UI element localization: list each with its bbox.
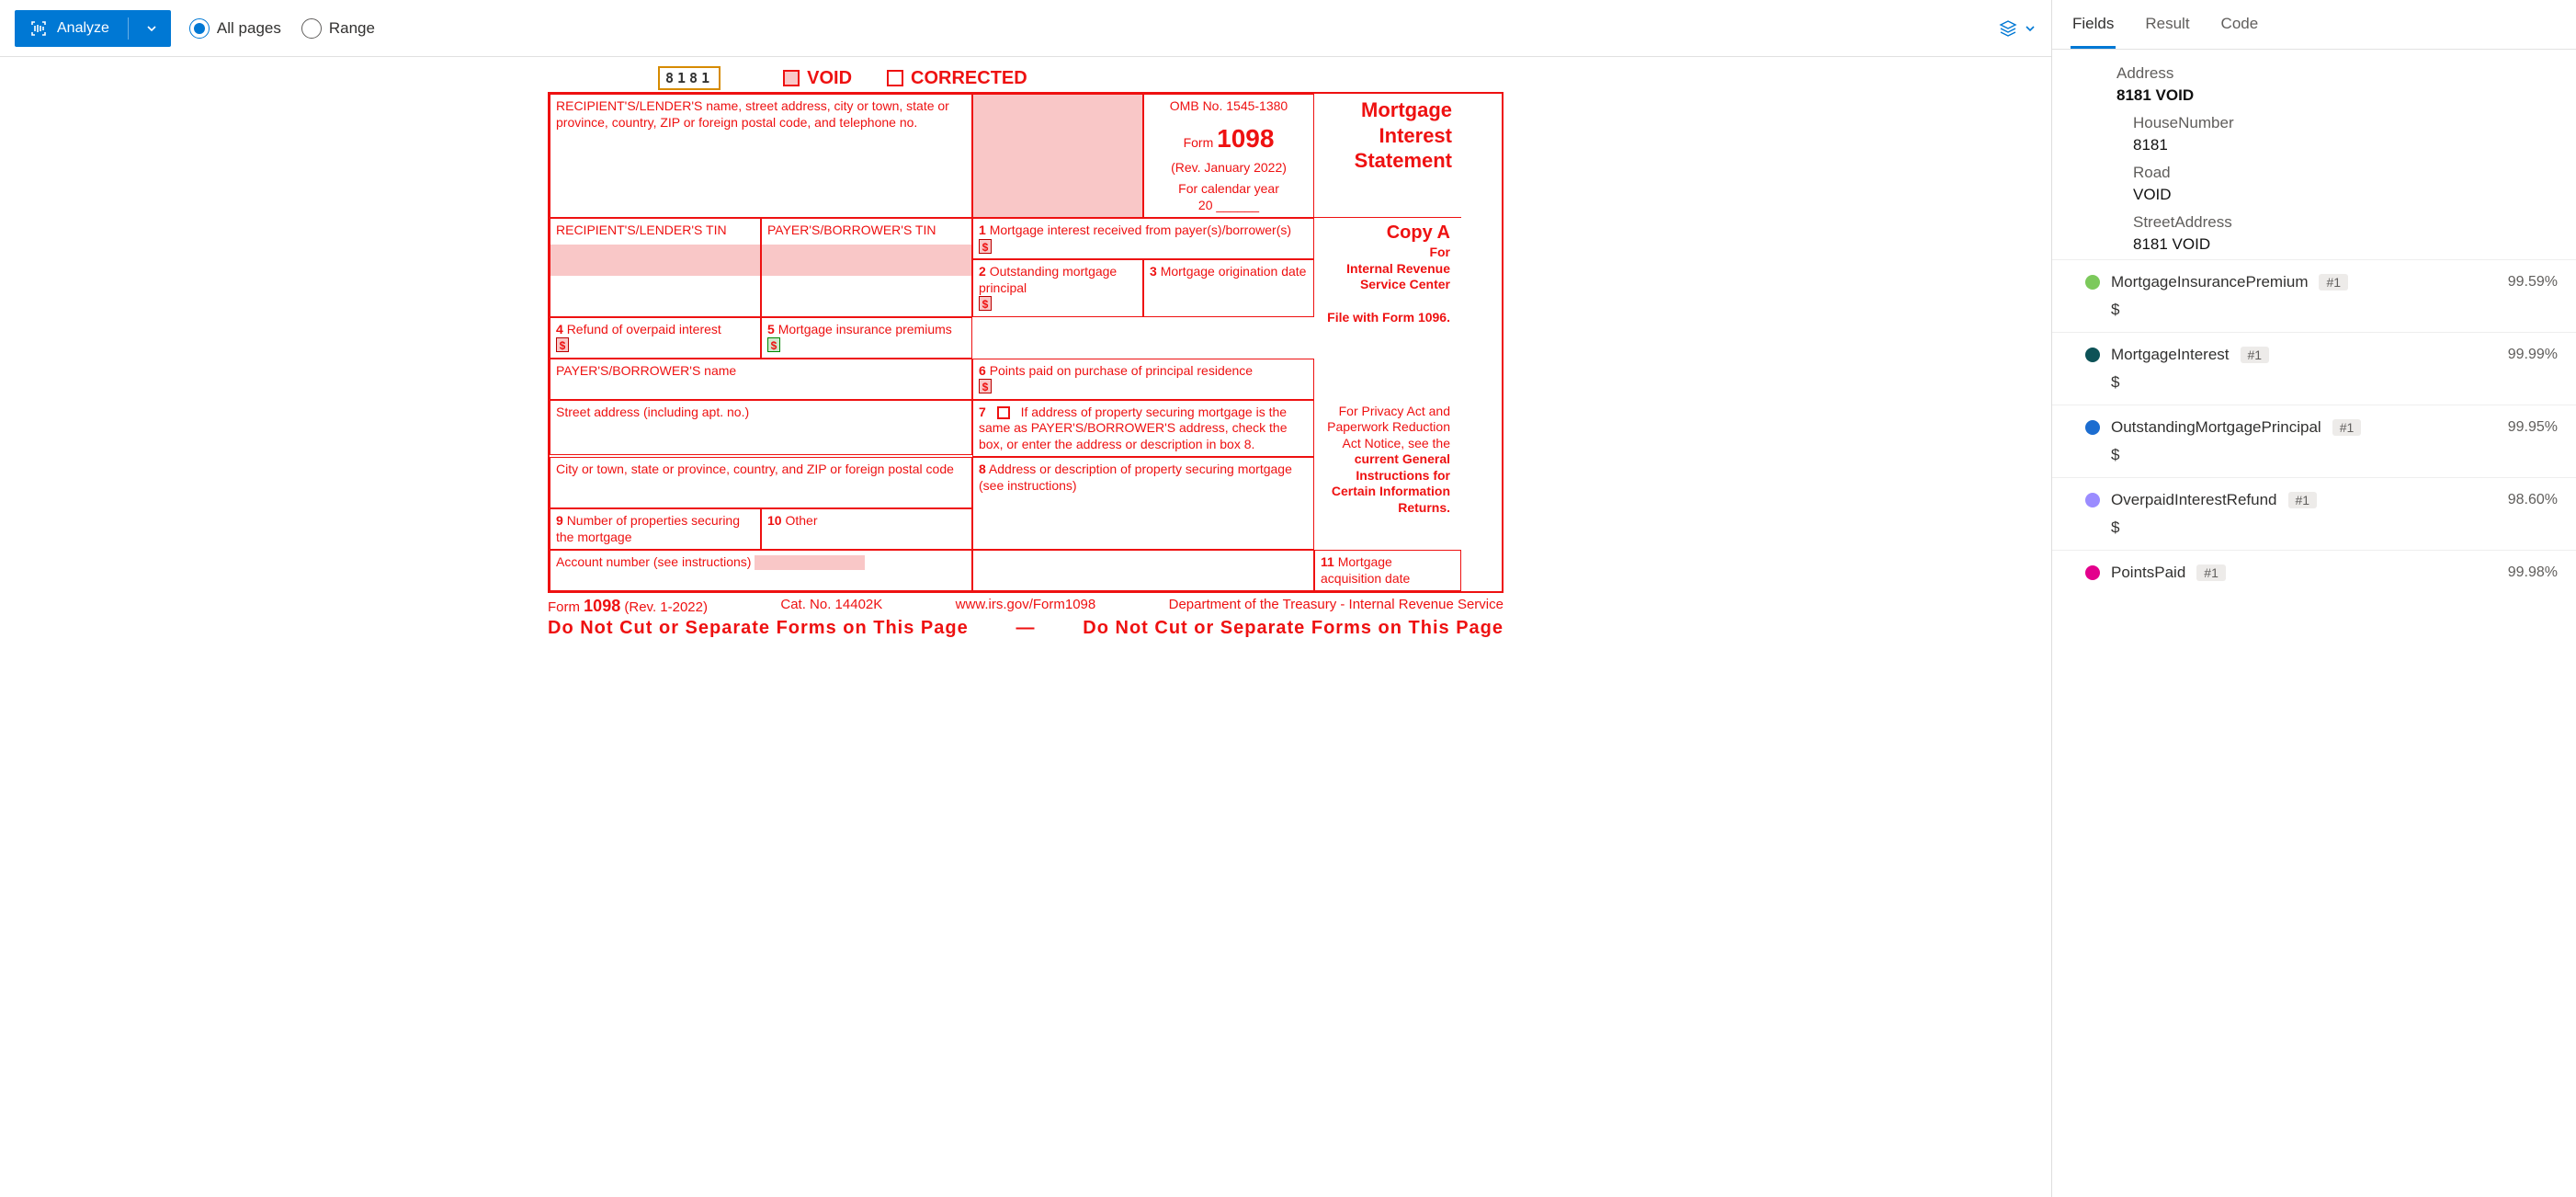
housenumber-label: HouseNumber	[2133, 114, 2554, 132]
form-1098: 8181 VOID CORRECTED RECIPIENT'S/LENDER'S…	[548, 66, 1504, 1197]
field-row[interactable]: OutstandingMortgagePrincipal #1 99.95% $	[2052, 405, 2576, 477]
box-8b	[972, 550, 1314, 591]
no-cut-warning: Do Not Cut or Separate Forms on This Pag…	[548, 618, 1504, 639]
field-confidence: 99.59%	[2508, 274, 2558, 291]
analyze-button[interactable]: Analyze	[15, 10, 171, 47]
address-group: Address 8181 VOID HouseNumber 8181 Road …	[2052, 50, 2576, 259]
field-confidence: 99.99%	[2508, 347, 2558, 363]
color-dot	[2085, 275, 2100, 290]
field-badge: #1	[2319, 274, 2348, 291]
color-dot	[2085, 565, 2100, 580]
document-canvas[interactable]: 8181 VOID CORRECTED RECIPIENT'S/LENDER'S…	[0, 57, 2051, 1197]
tab-code[interactable]: Code	[2219, 9, 2261, 49]
box-9: 9 Number of properties securing the mort…	[550, 508, 761, 550]
field-value: $	[2111, 519, 2558, 537]
recip-tin: RECIPIENT'S/LENDER'S TIN	[550, 218, 761, 317]
field-badge: #1	[2241, 347, 2270, 363]
color-dot	[2085, 493, 2100, 507]
box-2: 2 Outstanding mortgage principal$	[972, 259, 1143, 317]
box-5: 5 Mortgage insurance premiums$	[761, 317, 972, 359]
road-label: Road	[2133, 164, 2554, 182]
box-11: 11 Mortgage acquisition date	[1314, 550, 1461, 591]
field-row[interactable]: MortgageInterest #1 99.99% $	[2052, 332, 2576, 405]
box-6: 6 Points paid on purchase of principal r…	[972, 359, 1314, 400]
field-row[interactable]: PointsPaid #1 99.98%	[2052, 550, 2576, 595]
streetaddress-label: StreetAddress	[2133, 213, 2554, 232]
form-title: Mortgage Interest Statement	[1314, 94, 1461, 218]
field-value: $	[2111, 446, 2558, 464]
form-footer: Form 1098 (Rev. 1-2022) Cat. No. 14402K …	[548, 597, 1504, 616]
payer-name: PAYER'S/BORROWER'S name	[550, 359, 972, 400]
field-badge: #1	[2288, 492, 2318, 508]
box-3: 3 Mortgage origination date	[1143, 259, 1314, 317]
field-badge: #1	[2332, 419, 2362, 436]
radio-range-label: Range	[329, 19, 375, 38]
radio-all-pages[interactable]: All pages	[189, 18, 281, 39]
chevron-down-icon	[145, 22, 158, 35]
field-value: $	[2111, 373, 2558, 392]
void-label: VOID	[807, 68, 852, 89]
field-row[interactable]: MortgageInsurancePremium #1 99.59% $	[2052, 259, 2576, 332]
corrected-checkbox	[887, 70, 903, 86]
address-value: 8181 VOID	[2116, 86, 2554, 105]
form-header: OMB No. 1545-1380 Form 1098 (Rev. Januar…	[1143, 94, 1314, 218]
copy-a-block: Copy A For Internal Revenue Service Cent…	[1314, 218, 1461, 400]
scan-icon	[29, 19, 48, 38]
box-1: 1 Mortgage interest received from payer(…	[972, 218, 1314, 259]
field-confidence: 98.60%	[2508, 492, 2558, 508]
box-10: 10 Other	[761, 508, 972, 550]
corrected-label: CORRECTED	[911, 68, 1027, 89]
housenumber-value: 8181	[2133, 136, 2554, 154]
field-name: PointsPaid	[2111, 564, 2185, 582]
pink-block	[972, 94, 1143, 218]
radio-range[interactable]: Range	[301, 18, 375, 39]
ocr-code: 8181	[658, 66, 721, 90]
layers-button[interactable]	[1998, 18, 2037, 39]
recipient-block: RECIPIENT'S/LENDER'S name, street addres…	[550, 94, 972, 218]
street: Street address (including apt. no.)	[550, 400, 972, 455]
road-value: VOID	[2133, 186, 2554, 204]
field-row[interactable]: OverpaidInterestRefund #1 98.60% $	[2052, 477, 2576, 550]
payer-tin: PAYER'S/BORROWER'S TIN	[761, 218, 972, 317]
box-8: 8 Address or description of property sec…	[972, 457, 1314, 550]
analyze-label: Analyze	[57, 20, 109, 37]
analyze-dropdown[interactable]	[132, 22, 171, 35]
streetaddress-value: 8181 VOID	[2133, 235, 2554, 254]
color-dot	[2085, 420, 2100, 435]
field-name: OverpaidInterestRefund	[2111, 491, 2277, 509]
layers-icon	[1998, 18, 2018, 39]
address-label: Address	[2116, 64, 2554, 83]
box-7: 7 If address of property securing mortga…	[972, 400, 1314, 458]
privacy-block: For Privacy Act and Paperwork Reduction …	[1314, 400, 1461, 551]
field-confidence: 99.95%	[2508, 419, 2558, 436]
field-value: $	[2111, 301, 2558, 319]
tab-fields[interactable]: Fields	[2071, 9, 2116, 49]
field-name: MortgageInsurancePremium	[2111, 273, 2308, 291]
field-badge: #1	[2196, 564, 2226, 581]
acct: Account number (see instructions)	[550, 550, 972, 591]
tab-result[interactable]: Result	[2143, 9, 2191, 49]
city: City or town, state or province, country…	[550, 457, 972, 508]
box-4: 4 Refund of overpaid interest$	[550, 317, 761, 359]
radio-all-pages-label: All pages	[217, 19, 281, 38]
field-name: MortgageInterest	[2111, 346, 2230, 364]
color-dot	[2085, 348, 2100, 362]
field-name: OutstandingMortgagePrincipal	[2111, 418, 2321, 437]
field-confidence: 99.98%	[2508, 564, 2558, 581]
void-checkbox	[783, 70, 800, 86]
chevron-down-icon	[2024, 22, 2037, 35]
